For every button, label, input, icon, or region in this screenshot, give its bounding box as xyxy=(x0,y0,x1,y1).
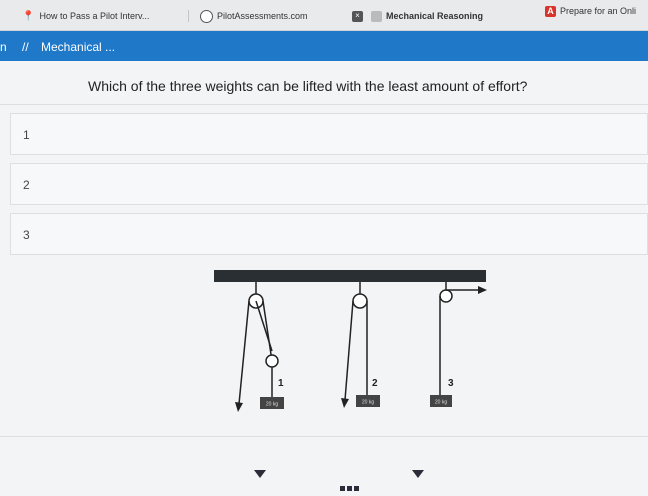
tab-label: How to Pass a Pilot Interv... xyxy=(39,11,150,21)
option-label: 1 xyxy=(23,128,30,142)
pulley-system-1: 20 kg 1 xyxy=(235,282,284,412)
tab-mechanical-reasoning[interactable]: × Mechanical Reasoning xyxy=(352,8,483,24)
pulley-wheel-icon xyxy=(439,289,453,303)
bottom-navigation xyxy=(0,440,648,491)
pulley-wheel-icon xyxy=(352,293,368,309)
next-arrow-icon[interactable] xyxy=(412,470,424,478)
weight-label: 20 kg xyxy=(435,400,447,406)
answer-option-3[interactable]: 3 xyxy=(10,213,648,255)
answer-option-2[interactable]: 2 xyxy=(10,163,648,205)
pulley-diagram: 20 kg 1 20 kg 2 20 kg 3 xyxy=(214,270,487,412)
breadcrumb-separator: // xyxy=(22,40,29,54)
globe-icon xyxy=(200,9,213,23)
breadcrumb-prefix[interactable]: n xyxy=(0,40,7,54)
pin-icon: 📍 xyxy=(22,10,35,22)
pulley-wheel-icon xyxy=(265,354,279,368)
tab-label: PilotAssessments.com xyxy=(217,11,308,21)
pulley-label: 1 xyxy=(278,378,284,389)
divider xyxy=(0,104,648,105)
divider xyxy=(0,436,648,437)
breadcrumb-bar: n // Mechanical ... xyxy=(0,31,648,61)
tab-pilotassessments[interactable]: PilotAssessments.com xyxy=(200,8,308,24)
option-label: 2 xyxy=(23,178,30,192)
tab-prepare-online[interactable]: A Prepare for an Onli xyxy=(545,3,636,19)
page-indicator-icon xyxy=(340,478,361,496)
tab-pilot-interview[interactable]: 📍 How to Pass a Pilot Interv... xyxy=(22,8,149,24)
option-label: 3 xyxy=(23,228,30,242)
tab-label: Prepare for an Onli xyxy=(560,6,637,16)
answer-option-1[interactable]: 1 xyxy=(10,113,648,155)
mechanical-icon xyxy=(371,10,382,22)
pulley-label: 3 xyxy=(448,378,454,389)
pulley-system-2: 20 kg 2 xyxy=(341,282,380,408)
previous-arrow-icon[interactable] xyxy=(254,470,266,478)
weight-label: 20 kg xyxy=(362,400,374,406)
tab-separator xyxy=(188,10,189,22)
breadcrumb-title[interactable]: Mechanical ... xyxy=(41,40,115,54)
a-icon: A xyxy=(545,5,556,17)
question-text: Which of the three weights can be lifted… xyxy=(88,78,528,94)
weight-label: 20 kg xyxy=(266,402,278,408)
pulley-label: 2 xyxy=(372,378,378,389)
ceiling-beam xyxy=(214,270,486,282)
close-icon[interactable]: × xyxy=(352,10,363,22)
browser-tab-bar: 📍 How to Pass a Pilot Interv... PilotAss… xyxy=(0,0,648,31)
tab-label: Mechanical Reasoning xyxy=(386,11,484,21)
pulley-system-3: 20 kg 3 xyxy=(430,282,487,407)
